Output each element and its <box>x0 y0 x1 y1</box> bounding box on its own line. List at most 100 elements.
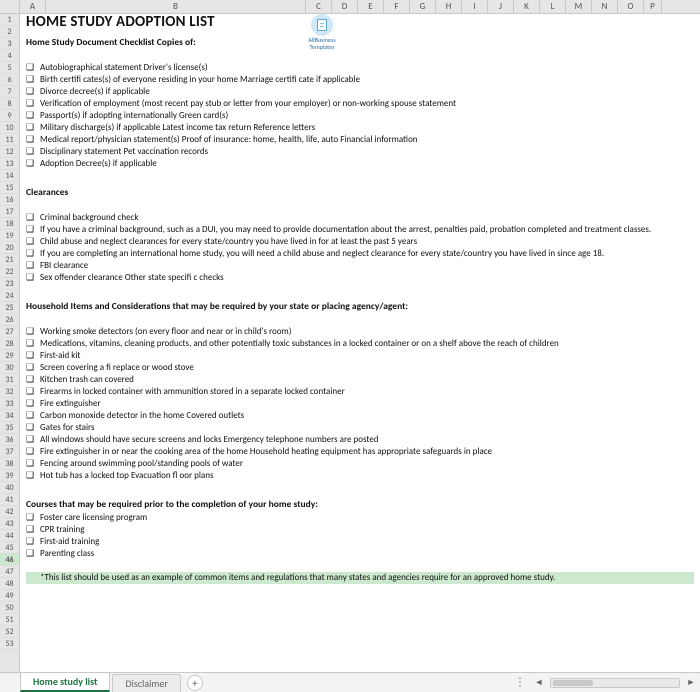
col-header[interactable]: C <box>306 0 332 13</box>
row-header[interactable]: 38 <box>0 458 19 470</box>
row-header[interactable]: 44 <box>0 530 19 542</box>
checkbox-icon[interactable]: ❑ <box>26 74 40 86</box>
checkbox-icon[interactable]: ❑ <box>26 338 40 350</box>
checkbox-icon[interactable]: ❑ <box>26 362 40 374</box>
row-header[interactable]: 13 <box>0 158 19 170</box>
checkbox-icon[interactable]: ❑ <box>26 272 40 284</box>
col-header[interactable]: B <box>46 0 306 13</box>
row-header[interactable]: 50 <box>0 602 19 614</box>
checkbox-icon[interactable]: ❑ <box>26 458 40 470</box>
col-header[interactable]: G <box>410 0 436 13</box>
row-header[interactable]: 33 <box>0 398 19 410</box>
row-header[interactable]: 25 <box>0 302 19 314</box>
row-header[interactable]: 47 <box>0 566 19 578</box>
row-header[interactable]: 26 <box>0 314 19 326</box>
checkbox-icon[interactable]: ❑ <box>26 158 40 170</box>
row-header[interactable]: 30 <box>0 362 19 374</box>
col-header[interactable]: P <box>644 0 662 13</box>
row-header[interactable]: 45 <box>0 542 19 554</box>
checkbox-icon[interactable]: ❑ <box>26 548 40 560</box>
row-header[interactable]: 18 <box>0 218 19 230</box>
row-header[interactable]: 23 <box>0 278 19 290</box>
col-header[interactable]: H <box>436 0 462 13</box>
col-header[interactable]: F <box>384 0 410 13</box>
col-header[interactable]: I <box>462 0 488 13</box>
row-header[interactable]: 15 <box>0 182 19 194</box>
row-header[interactable]: 5 <box>0 62 19 74</box>
checkbox-icon[interactable]: ❑ <box>26 62 40 74</box>
row-header[interactable]: 31 <box>0 374 19 386</box>
checkbox-icon[interactable]: ❑ <box>26 248 40 260</box>
cell-content-area[interactable]: AllBusiness Templates HOME STUDY ADOPTIO… <box>20 14 700 672</box>
row-header[interactable]: 39 <box>0 470 19 482</box>
row-header[interactable]: 17 <box>0 206 19 218</box>
scroll-right-icon[interactable]: ► <box>686 677 696 688</box>
row-header[interactable]: 2 <box>0 26 19 38</box>
checkbox-icon[interactable]: ❑ <box>26 422 40 434</box>
checkbox-icon[interactable]: ❑ <box>26 446 40 458</box>
checkbox-icon[interactable]: ❑ <box>26 410 40 422</box>
row-header[interactable]: 46 <box>0 554 19 566</box>
row-header[interactable]: 21 <box>0 254 19 266</box>
row-header[interactable]: 28 <box>0 338 19 350</box>
row-header[interactable]: 52 <box>0 626 19 638</box>
row-header[interactable]: 4 <box>0 50 19 62</box>
checkbox-icon[interactable]: ❑ <box>26 146 40 158</box>
row-header[interactable]: 40 <box>0 482 19 494</box>
row-header[interactable]: 8 <box>0 98 19 110</box>
col-header[interactable]: D <box>332 0 358 13</box>
row-header[interactable]: 7 <box>0 86 19 98</box>
col-header[interactable]: M <box>566 0 592 13</box>
row-header[interactable]: 43 <box>0 518 19 530</box>
scrollbar-thumb[interactable] <box>553 680 593 686</box>
col-header[interactable]: N <box>592 0 618 13</box>
row-header[interactable]: 53 <box>0 638 19 650</box>
col-header[interactable]: K <box>514 0 540 13</box>
checkbox-icon[interactable]: ❑ <box>26 386 40 398</box>
col-header[interactable]: A <box>20 0 46 13</box>
add-sheet-button[interactable]: + <box>187 675 203 691</box>
checkbox-icon[interactable]: ❑ <box>26 260 40 272</box>
row-header[interactable]: 3 <box>0 38 19 50</box>
checkbox-icon[interactable]: ❑ <box>26 134 40 146</box>
row-header[interactable]: 41 <box>0 494 19 506</box>
checkbox-icon[interactable]: ❑ <box>26 236 40 248</box>
row-header[interactable]: 29 <box>0 350 19 362</box>
row-header[interactable]: 19 <box>0 230 19 242</box>
checkbox-icon[interactable]: ❑ <box>26 212 40 224</box>
row-header[interactable]: 36 <box>0 434 19 446</box>
row-header[interactable]: 24 <box>0 290 19 302</box>
row-header[interactable]: 32 <box>0 386 19 398</box>
row-header[interactable]: 35 <box>0 422 19 434</box>
checkbox-icon[interactable]: ❑ <box>26 326 40 338</box>
checkbox-icon[interactable]: ❑ <box>26 86 40 98</box>
row-header[interactable]: 11 <box>0 134 19 146</box>
row-header[interactable]: 10 <box>0 122 19 134</box>
tab-home-study-list[interactable]: Home study list <box>20 672 110 692</box>
checkbox-icon[interactable]: ❑ <box>26 122 40 134</box>
col-header[interactable]: E <box>358 0 384 13</box>
checkbox-icon[interactable]: ❑ <box>26 524 40 536</box>
tab-overflow-icon[interactable]: ⋮ <box>514 675 528 690</box>
horizontal-scrollbar[interactable] <box>550 678 680 688</box>
row-header[interactable]: 16 <box>0 194 19 206</box>
select-all-corner[interactable] <box>0 0 20 13</box>
col-header[interactable]: L <box>540 0 566 13</box>
checkbox-icon[interactable]: ❑ <box>26 398 40 410</box>
row-header[interactable]: 12 <box>0 146 19 158</box>
row-header[interactable]: 34 <box>0 410 19 422</box>
row-header[interactable]: 1 <box>0 14 19 26</box>
checkbox-icon[interactable]: ❑ <box>26 512 40 524</box>
row-header[interactable]: 27 <box>0 326 19 338</box>
row-header[interactable]: 37 <box>0 446 19 458</box>
col-header[interactable]: J <box>488 0 514 13</box>
checkbox-icon[interactable]: ❑ <box>26 374 40 386</box>
checkbox-icon[interactable]: ❑ <box>26 350 40 362</box>
checkbox-icon[interactable]: ❑ <box>26 224 40 236</box>
row-header[interactable]: 9 <box>0 110 19 122</box>
row-header[interactable]: 51 <box>0 614 19 626</box>
row-header[interactable]: 14 <box>0 170 19 182</box>
row-header[interactable]: 6 <box>0 74 19 86</box>
checkbox-icon[interactable]: ❑ <box>26 536 40 548</box>
row-header[interactable]: 48 <box>0 578 19 590</box>
